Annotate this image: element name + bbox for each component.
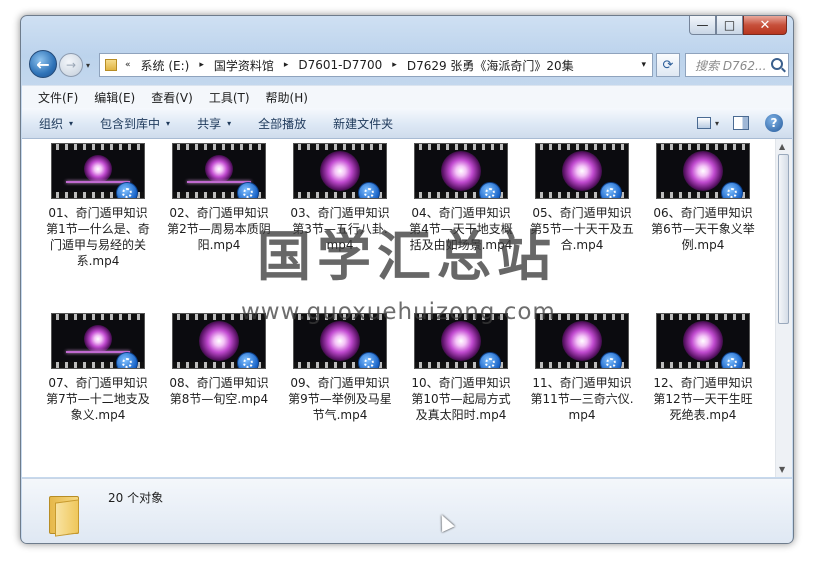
media-player-icon (116, 182, 138, 198)
media-player-icon (600, 352, 622, 368)
breadcrumb-separator[interactable]: ▸ (199, 60, 204, 70)
breadcrumb-separator[interactable]: ▸ (284, 60, 289, 70)
breadcrumb-drive[interactable]: 系统 (E:) (141, 57, 190, 74)
folder-icon (105, 59, 117, 71)
file-name: 01、奇门遁甲知识第1节—什么是、奇门遁甲与易经的关系.mp4 (46, 206, 150, 268)
chevron-down-icon: ▾ (227, 118, 232, 128)
command-bar: 组织 ▾ 包含到库中 ▾ 共享 ▾ 全部播放 新建文件夹 ▾ ? (22, 108, 792, 139)
file-name: 10、奇门遁甲知识第10节—起局方式及真太阳时.mp4 (411, 376, 511, 422)
media-player-icon (479, 182, 501, 198)
media-player-icon (358, 352, 380, 368)
file-item[interactable]: 07、奇门遁甲知识第7节—十二地支及象义.mp4 (42, 313, 154, 423)
address-dropdown-icon[interactable]: ▾ (641, 60, 646, 70)
file-item[interactable]: 01、奇门遁甲知识第1节—什么是、奇门遁甲与易经的关系.mp4 (42, 143, 154, 269)
refresh-button[interactable]: ⟳ (656, 53, 680, 77)
back-button[interactable]: ← (29, 50, 57, 78)
video-thumbnail (172, 143, 266, 199)
navigation-bar: ← → ▾ « 系统 (E:) ▸ 国学资料馆 ▸ D7601-D7700 ▸ … (29, 49, 789, 81)
file-item[interactable]: 08、奇门遁甲知识第8节—旬空.mp4 (163, 313, 275, 407)
view-options-dropdown[interactable]: ▾ (715, 119, 719, 128)
menu-tools[interactable]: 工具(T) (209, 89, 250, 106)
file-name: 11、奇门遁甲知识第11节—三奇六仪.mp4 (530, 376, 634, 422)
menu-edit[interactable]: 编辑(E) (94, 89, 135, 106)
share-button[interactable]: 共享 ▾ (197, 115, 231, 132)
chevron-down-icon: ▾ (69, 118, 74, 128)
file-item[interactable]: 10、奇门遁甲知识第10节—起局方式及真太阳时.mp4 (405, 313, 517, 423)
breadcrumb-folder-range[interactable]: D7601-D7700 (298, 58, 382, 72)
video-thumbnail (656, 313, 750, 369)
file-item[interactable]: 06、奇门遁甲知识第6节—天干象义举例.mp4 (647, 143, 759, 253)
search-icon[interactable] (771, 58, 783, 70)
video-thumbnail (51, 143, 145, 199)
file-item[interactable]: 12、奇门遁甲知识第12节—天干生旺死绝表.mp4 (647, 313, 759, 423)
menu-file[interactable]: 文件(F) (38, 89, 78, 106)
file-name: 08、奇门遁甲知识第8节—旬空.mp4 (169, 376, 269, 406)
watermark-url: www.guoxuehuizong.com (241, 299, 556, 325)
file-name: 09、奇门遁甲知识第9节—举例及马星节气.mp4 (288, 376, 392, 422)
preview-pane-icon[interactable] (733, 116, 749, 130)
organize-button[interactable]: 组织 ▾ (39, 115, 73, 132)
file-name: 06、奇门遁甲知识第6节—天干象义举例.mp4 (651, 206, 755, 252)
recent-pages-dropdown[interactable]: ▾ (86, 61, 90, 70)
new-folder-label: 新建文件夹 (333, 116, 394, 131)
help-icon[interactable]: ? (765, 114, 783, 132)
search-placeholder: 搜索 D762... (695, 58, 767, 73)
item-count: 20 个对象 (108, 491, 164, 505)
forward-button[interactable]: → (59, 53, 83, 77)
chevron-down-icon: ▾ (166, 118, 171, 128)
minimize-button[interactable]: — (689, 16, 716, 35)
breadcrumb-current-folder[interactable]: D7629 张勇《海派奇门》20集 (407, 57, 574, 74)
video-thumbnail (535, 143, 629, 199)
change-view-icon[interactable] (696, 117, 711, 129)
organize-label: 组织 (39, 116, 64, 131)
scroll-up-icon[interactable]: ▲ (779, 142, 785, 151)
file-item[interactable]: 11、奇门遁甲知识第11节—三奇六仪.mp4 (526, 313, 638, 423)
caption-buttons: — □ ✕ (689, 16, 787, 36)
scroll-down-icon[interactable]: ▼ (779, 465, 785, 474)
share-label: 共享 (197, 116, 222, 131)
media-player-icon (237, 352, 259, 368)
maximize-button[interactable]: □ (716, 16, 743, 35)
video-thumbnail (51, 313, 145, 369)
include-in-library-button[interactable]: 包含到库中 ▾ (100, 115, 170, 132)
video-thumbnail (293, 143, 387, 199)
breadcrumb-folder-library[interactable]: 国学资料馆 (214, 57, 274, 74)
play-all-label: 全部播放 (258, 116, 307, 131)
toolbar-right: ▾ ? (696, 108, 792, 138)
media-player-icon (358, 182, 380, 198)
address-bar[interactable]: « 系统 (E:) ▸ 国学资料馆 ▸ D7601-D7700 ▸ D7629 … (99, 53, 653, 77)
file-name: 07、奇门遁甲知识第7节—十二地支及象义.mp4 (46, 376, 150, 422)
media-player-icon (479, 352, 501, 368)
file-item[interactable]: 09、奇门遁甲知识第9节—举例及马星节气.mp4 (284, 313, 396, 423)
new-folder-button[interactable]: 新建文件夹 (333, 115, 393, 132)
scrollbar-thumb[interactable] (778, 154, 789, 324)
breadcrumb-separator[interactable]: ▸ (392, 60, 397, 70)
search-input[interactable]: 搜索 D762... (685, 53, 789, 77)
video-thumbnail (414, 143, 508, 199)
media-player-icon (237, 182, 259, 198)
vertical-scrollbar[interactable]: ▲ ▼ (775, 139, 792, 477)
video-thumbnail (656, 143, 750, 199)
include-label: 包含到库中 (100, 116, 161, 131)
file-name: 12、奇门遁甲知识第12节—天干生旺死绝表.mp4 (653, 376, 753, 422)
close-button[interactable]: ✕ (743, 16, 787, 35)
menu-view[interactable]: 查看(V) (151, 89, 193, 106)
play-all-button[interactable]: 全部播放 (258, 115, 306, 132)
folder-icon (49, 496, 81, 537)
menu-help[interactable]: 帮助(H) (266, 89, 308, 106)
media-player-icon (600, 182, 622, 198)
watermark-title: 国学汇总站 (257, 225, 557, 288)
media-player-icon (116, 352, 138, 368)
breadcrumb-overflow[interactable]: « (125, 60, 131, 70)
media-player-icon (721, 182, 743, 198)
menu-bar: 文件(F) 编辑(E) 查看(V) 工具(T) 帮助(H) (22, 85, 792, 108)
details-pane: 20 个对象 (22, 478, 792, 543)
media-player-icon (721, 352, 743, 368)
